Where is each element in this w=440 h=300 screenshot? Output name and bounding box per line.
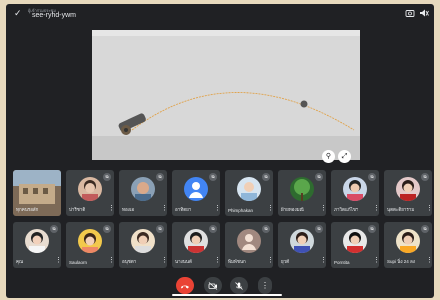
fullscreen-icon[interactable]: ⤢ bbox=[338, 150, 351, 163]
mic-off-icon: ᴓ bbox=[103, 173, 111, 181]
mic-off-icon: ᴓ bbox=[50, 225, 58, 233]
participant-name: ฝ้ายทองมณี bbox=[281, 207, 304, 212]
participant-name: ปาริชาติ bbox=[69, 207, 86, 212]
default-person-icon bbox=[184, 177, 208, 201]
avatar bbox=[184, 229, 208, 253]
camera-off-icon bbox=[208, 281, 218, 290]
participant-tile[interactable]: ᴓ นุตตะติยาราม ⋮ bbox=[384, 170, 432, 216]
avatar bbox=[290, 229, 314, 253]
meeting-window: ✓ ผู้เข้าร่วมประชุม see-ryhd-ywm ⚲ ⤢ ทุก… bbox=[6, 4, 434, 298]
participant-name: พิมพ์ชนก bbox=[228, 259, 246, 264]
home-indicator bbox=[172, 294, 282, 296]
tree-photo bbox=[290, 177, 314, 201]
participant-name: อนุชตา bbox=[122, 259, 137, 264]
avatar bbox=[131, 229, 155, 253]
avatar bbox=[396, 229, 420, 253]
more-vert-icon[interactable]: ⋮ bbox=[108, 204, 114, 213]
avatar bbox=[343, 177, 367, 201]
participant-name: คุณ bbox=[16, 259, 24, 264]
more-vert-icon[interactable]: ⋮ bbox=[108, 256, 114, 265]
avatar bbox=[78, 177, 102, 201]
more-vert-icon[interactable]: ⋮ bbox=[161, 204, 167, 213]
mic-off-icon: ᴓ bbox=[156, 225, 164, 233]
more-vert-icon[interactable]: ⋮ bbox=[373, 204, 379, 213]
participant-tile[interactable]: ᴓ ภาวิตแก้ไขฯ ⋮ bbox=[331, 170, 379, 216]
participant-name: นางนนต์ bbox=[175, 259, 192, 264]
chevron-down-icon[interactable]: ✓ bbox=[14, 8, 22, 19]
pin-icon[interactable]: ⚲ bbox=[322, 150, 335, 163]
participant-tile[interactable]: ᴓ Supi นิ่ง 24 ลง ⋮ bbox=[384, 222, 432, 268]
mic-off-icon: ᴓ bbox=[209, 225, 217, 233]
mic-off-icon: ᴓ bbox=[368, 225, 376, 233]
participant-name: Supi นิ่ง 24 ลง bbox=[387, 259, 415, 264]
mic-off-icon: ᴓ bbox=[368, 173, 376, 181]
more-vert-icon[interactable]: ⋮ bbox=[320, 256, 326, 265]
more-vert-icon[interactable]: ⋮ bbox=[373, 256, 379, 265]
camera-switch-icon[interactable] bbox=[404, 8, 416, 20]
avatar bbox=[131, 177, 155, 201]
camera-toggle-button[interactable] bbox=[204, 277, 222, 294]
more-vert-icon[interactable]: ⋮ bbox=[426, 256, 432, 265]
avatar bbox=[237, 177, 261, 201]
more-vert-icon[interactable]: ⋮ bbox=[320, 204, 326, 213]
participant-name: ยุวดี bbox=[281, 259, 290, 264]
participant-name: ทองเอ bbox=[122, 207, 135, 212]
end-call-icon bbox=[181, 285, 189, 288]
avatar bbox=[396, 177, 420, 201]
mic-off-icon: ᴓ bbox=[209, 173, 217, 181]
mic-off-icon: ᴓ bbox=[262, 225, 270, 233]
mic-off-icon: ᴓ bbox=[156, 173, 164, 181]
more-vert-icon[interactable]: ⋮ bbox=[426, 204, 432, 213]
participant-name: Phimphakan bbox=[228, 208, 254, 213]
mic-off-icon: ᴓ bbox=[421, 225, 429, 233]
more-vert-icon[interactable]: ⋮ bbox=[214, 204, 220, 213]
top-bar: ✓ ผู้เข้าร่วมประชุม see-ryhd-ywm bbox=[6, 4, 434, 24]
participant-tile[interactable]: ᴓ คุณ ⋮ bbox=[13, 222, 61, 268]
participant-name: นุตตะติยาราม bbox=[387, 207, 415, 212]
participant-tile[interactable]: ᴓ นางนนต์ ⋮ bbox=[172, 222, 220, 268]
more-vert-icon[interactable]: ⋮ bbox=[55, 256, 61, 265]
participant-name: Porntita bbox=[334, 260, 350, 265]
mic-off-icon: ᴓ bbox=[421, 173, 429, 181]
more-vert-icon[interactable]: ⋮ bbox=[267, 204, 273, 213]
participant-tile[interactable]: ᴓ Porntita ⋮ bbox=[331, 222, 379, 268]
more-vert-icon[interactable]: ⋮ bbox=[267, 256, 273, 265]
cannon-simulation bbox=[92, 30, 360, 160]
more-vert-icon: ⋮ bbox=[261, 281, 269, 290]
participant-tile[interactable]: ᴓ ทองเอ ⋮ bbox=[119, 170, 167, 216]
participant-name: ภาวิตแก้ไขฯ bbox=[334, 207, 359, 212]
participant-tile[interactable]: ᴓ Saulaorn ⋮ bbox=[66, 222, 114, 268]
participant-tile[interactable]: ᴓ ปาริชาติ ⋮ bbox=[66, 170, 114, 216]
participant-tile[interactable]: ᴓ พิมพ์ชนก ⋮ bbox=[225, 222, 273, 268]
participant-name: อาทิตยา bbox=[175, 207, 192, 212]
more-options-button[interactable]: ⋮ bbox=[258, 277, 272, 294]
avatar bbox=[78, 229, 102, 253]
participant-tile[interactable]: ทุกคนรอสัก bbox=[13, 170, 61, 216]
participant-name: ทุกคนรอสัก bbox=[16, 207, 39, 212]
end-call-button[interactable] bbox=[176, 277, 194, 294]
mic-off-icon: ᴓ bbox=[103, 225, 111, 233]
avatar bbox=[343, 229, 367, 253]
participant-tile[interactable]: ᴓ Phimphakan ⋮ bbox=[225, 170, 273, 216]
participant-name: Saulaorn bbox=[69, 260, 88, 265]
avatar bbox=[25, 229, 49, 253]
mic-off-icon: ᴓ bbox=[262, 173, 270, 181]
participant-tile[interactable]: ᴓ ฝ้ายทองมณี ⋮ bbox=[278, 170, 326, 216]
participant-tile[interactable]: ᴓ อนุชตา ⋮ bbox=[119, 222, 167, 268]
more-vert-icon[interactable]: ⋮ bbox=[161, 256, 167, 265]
more-vert-icon[interactable]: ⋮ bbox=[214, 256, 220, 265]
speaker-muted-icon[interactable] bbox=[418, 8, 430, 20]
shared-screen: ⚲ ⤢ bbox=[92, 30, 360, 163]
cannonball bbox=[300, 100, 308, 108]
participant-tile[interactable]: ᴓ อาทิตยา ⋮ bbox=[172, 170, 220, 216]
mic-toggle-button[interactable] bbox=[230, 277, 248, 294]
mic-off-icon bbox=[235, 281, 243, 290]
default-person-icon bbox=[237, 229, 261, 253]
meeting-code[interactable]: see-ryhd-ywm bbox=[32, 12, 76, 19]
participant-tile[interactable]: ᴓ ยุวดี ⋮ bbox=[278, 222, 326, 268]
mic-off-icon: ᴓ bbox=[315, 173, 323, 181]
mic-off-icon: ᴓ bbox=[315, 225, 323, 233]
